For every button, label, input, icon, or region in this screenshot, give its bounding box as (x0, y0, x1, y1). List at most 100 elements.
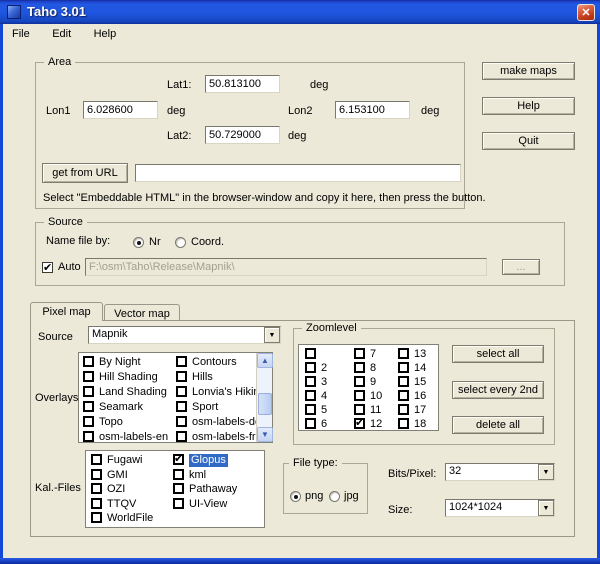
get-from-url-button[interactable]: get from URL (42, 163, 128, 183)
zoom-label[interactable]: 3 (321, 376, 327, 389)
zoom-label[interactable]: 10 (370, 390, 382, 403)
menu-help[interactable]: Help (85, 25, 126, 45)
zoom-label[interactable]: 11 (370, 404, 381, 417)
zoom-label[interactable]: 18 (414, 418, 426, 431)
lon1-input[interactable] (83, 101, 158, 119)
tab-pixel-map[interactable]: Pixel map (30, 302, 103, 321)
kal-label[interactable]: WorldFile (107, 512, 153, 525)
size-dropdown[interactable]: 1024*1024 ▼ (445, 499, 555, 517)
overlay-label[interactable]: osm-labels-fr (192, 431, 256, 444)
kal-label[interactable]: OZI (107, 483, 125, 496)
zoom-label[interactable]: 5 (321, 404, 327, 417)
zoom-label[interactable]: 17 (414, 404, 426, 417)
zoom-checkbox[interactable] (305, 376, 316, 387)
zoom-checkbox[interactable] (305, 362, 316, 373)
overlays-scrollbar[interactable]: ▲ ▼ (256, 353, 272, 442)
zoom-checkbox[interactable] (354, 376, 365, 387)
tab-vector-map[interactable]: Vector map (104, 304, 180, 320)
overlay-checkbox[interactable] (176, 416, 187, 427)
kal-checkbox[interactable] (91, 454, 102, 465)
lat1-input[interactable] (205, 75, 280, 93)
radio-jpg[interactable] (329, 491, 340, 502)
overlay-label[interactable]: Seamark (99, 401, 143, 414)
overlay-checkbox[interactable] (83, 401, 94, 412)
overlay-label[interactable]: Sport (192, 401, 218, 414)
scroll-up-icon[interactable]: ▲ (257, 353, 273, 368)
overlay-checkbox[interactable] (83, 371, 94, 382)
zoom-label[interactable]: 15 (414, 376, 426, 389)
kal-checkbox-glopus[interactable] (173, 454, 184, 465)
overlay-checkbox[interactable] (83, 386, 94, 397)
zoom-label[interactable]: 9 (370, 376, 376, 389)
zoom-label[interactable]: 13 (414, 348, 426, 361)
zoom-checkbox[interactable] (398, 404, 409, 415)
zoom-label[interactable]: 2 (321, 362, 327, 375)
overlay-label[interactable]: osm-labels-de (192, 416, 261, 429)
overlay-checkbox[interactable] (83, 431, 94, 442)
path-input[interactable] (85, 258, 487, 276)
scrollbar-thumb[interactable] (258, 393, 272, 415)
zoom-label[interactable]: 4 (321, 390, 327, 403)
zoom-label[interactable]: 8 (370, 362, 376, 375)
overlay-label[interactable]: Hills (192, 371, 213, 384)
zoom-label[interactable]: 14 (414, 362, 426, 375)
zoom-checkbox[interactable] (398, 376, 409, 387)
kal-checkbox[interactable] (173, 483, 184, 494)
zoom-checkbox-12[interactable] (354, 418, 365, 429)
overlay-checkbox[interactable] (83, 416, 94, 427)
select-all-button[interactable]: select all (452, 345, 544, 363)
kal-label[interactable]: Pathaway (189, 483, 237, 496)
overlay-label[interactable]: Land Shading (99, 386, 167, 399)
auto-checkbox[interactable] (42, 262, 53, 273)
menu-file[interactable]: File (3, 25, 39, 45)
zoom-checkbox[interactable] (398, 362, 409, 373)
url-input[interactable] (135, 164, 461, 182)
zoom-checkbox[interactable] (398, 348, 409, 359)
radio-coord[interactable] (175, 237, 186, 248)
kal-checkbox[interactable] (91, 498, 102, 509)
zoom-checkbox[interactable] (354, 390, 365, 401)
zoom-checkbox[interactable] (305, 418, 316, 429)
quit-button[interactable]: Quit (482, 132, 575, 150)
overlay-checkbox[interactable] (176, 386, 187, 397)
zoom-label[interactable]: 7 (370, 348, 376, 361)
radio-nr[interactable] (133, 237, 144, 248)
overlay-label[interactable]: Hill Shading (99, 371, 158, 384)
kal-checkbox[interactable] (91, 469, 102, 480)
kal-label-glopus[interactable]: Glopus (189, 454, 228, 467)
zoom-checkbox[interactable] (354, 348, 365, 359)
overlay-checkbox[interactable] (176, 356, 187, 367)
zoom-checkbox[interactable] (305, 404, 316, 415)
overlay-checkbox[interactable] (176, 401, 187, 412)
kal-checkbox[interactable] (173, 469, 184, 480)
zoom-checkbox[interactable] (305, 348, 316, 359)
overlay-label[interactable]: Topo (99, 416, 123, 429)
lat2-input[interactable] (205, 126, 280, 144)
overlay-label[interactable]: Contours (192, 356, 237, 369)
overlay-checkbox[interactable] (176, 371, 187, 382)
chevron-down-icon[interactable]: ▼ (538, 500, 554, 516)
close-button[interactable]: ✕ (577, 4, 595, 21)
overlay-label[interactable]: osm-labels-en (99, 431, 168, 444)
pm-source-dropdown[interactable]: Mapnik ▼ (88, 326, 281, 344)
overlay-label[interactable]: By Night (99, 356, 141, 369)
kal-label[interactable]: GMI (107, 469, 128, 482)
scroll-down-icon[interactable]: ▼ (257, 427, 273, 442)
lon2-input[interactable] (335, 101, 410, 119)
kal-label[interactable]: TTQV (107, 498, 136, 511)
make-maps-button[interactable]: make maps (482, 62, 575, 80)
zoom-label[interactable]: 12 (370, 418, 382, 431)
zoom-checkbox[interactable] (305, 390, 316, 401)
overlay-checkbox[interactable] (176, 431, 187, 442)
radio-png[interactable] (290, 491, 301, 502)
overlay-label[interactable]: Lonvia's Hiking (192, 386, 266, 399)
kal-label[interactable]: UI-View (189, 498, 227, 511)
browse-button[interactable]: ... (502, 259, 540, 275)
zoom-label[interactable]: 16 (414, 390, 426, 403)
kal-label[interactable]: kml (189, 469, 206, 482)
zoom-label[interactable]: 6 (321, 418, 327, 431)
help-button[interactable]: Help (482, 97, 575, 115)
bits-pixel-dropdown[interactable]: 32 ▼ (445, 463, 555, 481)
kal-checkbox[interactable] (173, 498, 184, 509)
zoom-checkbox[interactable] (398, 390, 409, 401)
